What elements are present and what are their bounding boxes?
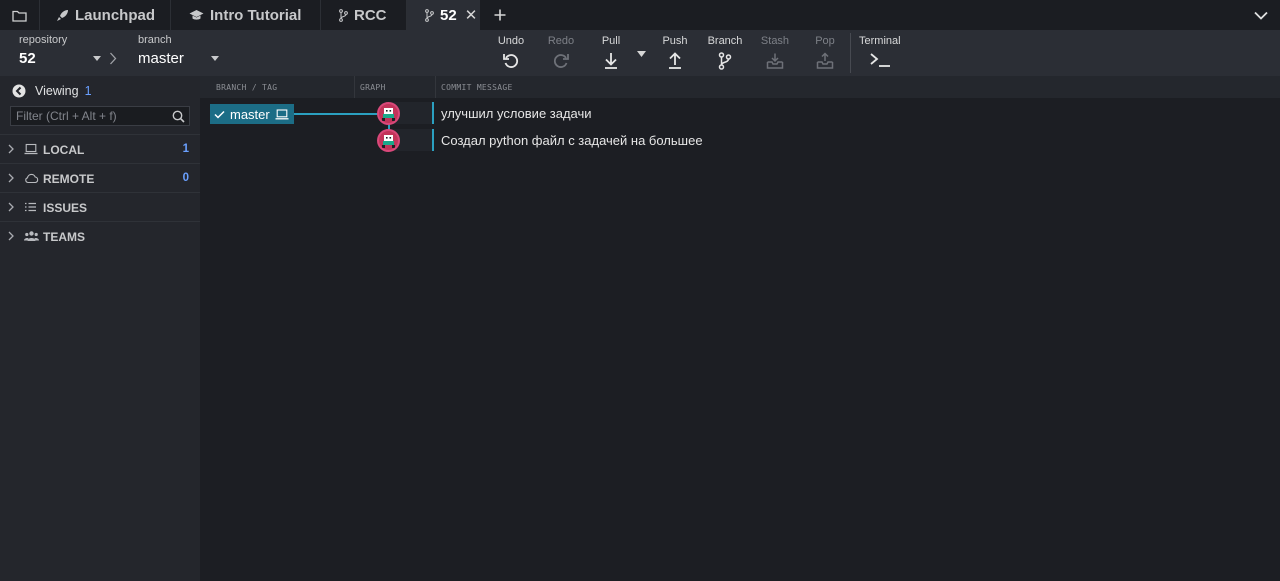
terminal-button[interactable]: Terminal — [856, 30, 906, 76]
tabs-menu-button[interactable] — [1252, 6, 1270, 24]
section-title: TEAMS — [43, 230, 85, 244]
list-icon — [24, 201, 37, 213]
section-remote[interactable]: REMOTE 0 — [0, 163, 200, 192]
chevron-right-icon — [8, 144, 14, 154]
caret-down-icon[interactable] — [93, 56, 101, 61]
chevron-right-icon — [8, 173, 14, 183]
commit-avatar[interactable] — [377, 102, 400, 125]
redo-icon — [552, 52, 570, 70]
chevron-down-icon — [1254, 11, 1268, 20]
undo-button[interactable]: Undo — [484, 30, 538, 76]
column-headers: BRANCH / TAG GRAPH COMMIT MESSAGE — [200, 76, 1280, 98]
caret-down-icon[interactable] — [211, 56, 219, 61]
plus-icon — [494, 9, 506, 21]
branch-label-master[interactable]: master — [210, 104, 294, 124]
viewing-count: 1 — [84, 84, 92, 98]
commit-row-marker — [432, 102, 434, 124]
section-title: LOCAL — [43, 143, 85, 157]
section-teams[interactable]: TEAMS — [0, 221, 200, 250]
stash-icon — [766, 52, 784, 70]
tab-intro-tutorial[interactable]: Intro Tutorial — [171, 0, 321, 30]
pop-label: Pop — [815, 35, 835, 47]
branch-connector-line — [294, 113, 382, 115]
cloud-icon — [24, 172, 39, 184]
arrow-up-icon — [667, 52, 683, 70]
repository-label: repository — [19, 34, 68, 46]
toolbar-divider — [850, 33, 851, 73]
graduation-cap-icon — [189, 9, 204, 21]
chevron-right-icon — [8, 202, 14, 212]
chevron-right-icon — [8, 231, 14, 241]
toolbar: repository 52 branch master Undo Redo Pu… — [0, 30, 1280, 76]
repository-selector[interactable]: 52 — [19, 50, 36, 67]
commit-message[interactable]: улучшил условие задачи — [441, 106, 592, 121]
commit-avatar[interactable] — [377, 129, 400, 152]
filter-input[interactable] — [11, 107, 163, 125]
commit-graph-panel: BRANCH / TAG GRAPH COMMIT MESSAGE master… — [200, 76, 1280, 581]
back-arrow-icon[interactable] — [12, 84, 26, 98]
laptop-icon — [275, 108, 289, 120]
pull-options-caret-icon[interactable] — [637, 51, 646, 57]
checkmark-icon — [214, 110, 225, 119]
branch-pill-name: master — [230, 106, 270, 122]
folder-icon — [12, 9, 27, 22]
terminal-label: Terminal — [859, 35, 901, 47]
undo-icon — [502, 52, 520, 70]
git-branch-icon — [718, 52, 732, 70]
search-icon — [172, 110, 185, 123]
filter-box — [10, 106, 190, 126]
tab-current-repo[interactable]: 52 ✕ — [407, 0, 480, 30]
tab-label: Launchpad — [75, 6, 156, 24]
section-title: ISSUES — [43, 201, 88, 215]
rocket-icon — [56, 9, 69, 22]
branch-label: branch — [138, 34, 172, 46]
tab-launchpad[interactable]: Launchpad — [40, 0, 171, 30]
tab-rcc[interactable]: RCC — [321, 0, 407, 30]
tab-bar: Launchpad Intro Tutorial RCC 52 ✕ — [0, 0, 1280, 30]
open-repo-folder-button[interactable] — [0, 0, 40, 30]
left-panel: Viewing 1 LOCAL 1 REMOTE 0 ISSUES TEAMS — [0, 76, 200, 581]
section-count: 0 — [182, 172, 189, 184]
branch-selector[interactable]: master — [138, 50, 184, 67]
tab-label: 52 — [440, 6, 457, 24]
close-tab-icon[interactable]: ✕ — [465, 6, 478, 24]
graph-header: GRAPH — [360, 83, 386, 92]
redo-button[interactable]: Redo — [534, 30, 588, 76]
laptop-icon — [24, 143, 38, 155]
viewing-header: Viewing 1 — [12, 84, 92, 98]
stash-button[interactable]: Stash — [748, 30, 802, 76]
branch-icon — [339, 8, 348, 22]
tab-label: Intro Tutorial — [210, 6, 302, 24]
branch-icon — [425, 8, 434, 22]
column-divider[interactable] — [354, 76, 355, 98]
arrow-down-icon — [603, 52, 619, 70]
section-issues[interactable]: ISSUES — [0, 192, 200, 221]
section-count: 1 — [182, 143, 189, 155]
people-icon — [24, 230, 39, 242]
push-label: Push — [662, 35, 688, 47]
branch-label: Branch — [707, 35, 743, 47]
chevron-right-icon — [109, 52, 117, 65]
pull-label: Pull — [601, 35, 621, 47]
branch-button[interactable]: Branch — [698, 30, 752, 76]
terminal-icon — [870, 52, 892, 68]
add-tab-button[interactable] — [490, 5, 510, 25]
tab-label: RCC — [354, 6, 387, 24]
section-title: REMOTE — [43, 172, 95, 186]
branch-tag-header: BRANCH / TAG — [216, 83, 278, 92]
commit-row-marker — [432, 129, 434, 151]
pull-button[interactable]: Pull — [584, 30, 638, 76]
viewing-label: Viewing — [35, 84, 79, 98]
stash-label: Stash — [760, 35, 790, 47]
pop-icon — [816, 52, 834, 70]
commit-message[interactable]: Создал python файл с задачей на большее — [441, 133, 703, 148]
column-divider[interactable] — [435, 76, 436, 98]
pop-button[interactable]: Pop — [798, 30, 852, 76]
commit-message-header: COMMIT MESSAGE — [441, 83, 513, 92]
section-local[interactable]: LOCAL 1 — [0, 134, 200, 163]
undo-label: Undo — [497, 35, 525, 47]
push-button[interactable]: Push — [648, 30, 702, 76]
redo-label: Redo — [547, 35, 575, 47]
